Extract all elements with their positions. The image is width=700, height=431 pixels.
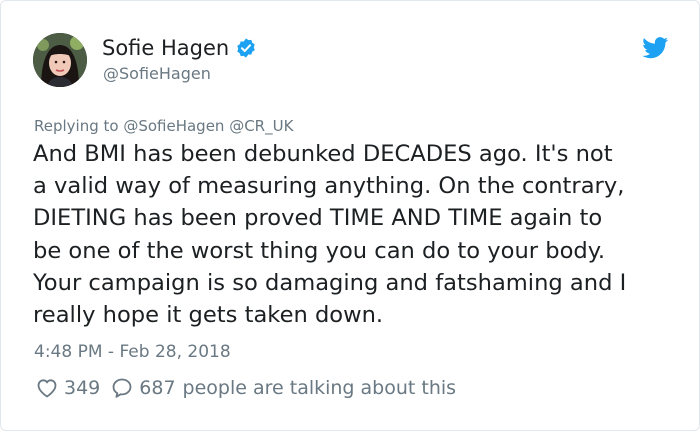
speech-bubble-icon[interactable] xyxy=(110,376,134,400)
talking-count[interactable]: 687 xyxy=(139,377,175,399)
talking-text[interactable]: people are talking about this xyxy=(183,377,457,399)
author-handle[interactable]: @SofieHagen xyxy=(103,64,211,83)
author-display-name[interactable]: Sofie Hagen xyxy=(102,36,229,60)
avatar[interactable] xyxy=(33,33,87,87)
tweet-text: And BMI has been debunked DECADES ago. I… xyxy=(33,141,627,329)
like-count[interactable]: 349 xyxy=(64,377,100,399)
replying-to-line[interactable]: Replying to @SofieHagen @CR_UK xyxy=(34,117,293,135)
tweet-timestamp[interactable]: 4:48 PM - Feb 28, 2018 xyxy=(34,342,231,362)
tweet-card: Sofie Hagen @SofieHagen Replying to @Sof… xyxy=(0,0,700,431)
heart-icon[interactable] xyxy=(35,376,59,400)
engagement-bar: 349 687 people are talking about this xyxy=(35,376,456,400)
author-name-row: Sofie Hagen xyxy=(102,36,257,60)
twitter-bird-icon[interactable] xyxy=(642,37,669,59)
verified-badge-icon xyxy=(235,37,257,59)
